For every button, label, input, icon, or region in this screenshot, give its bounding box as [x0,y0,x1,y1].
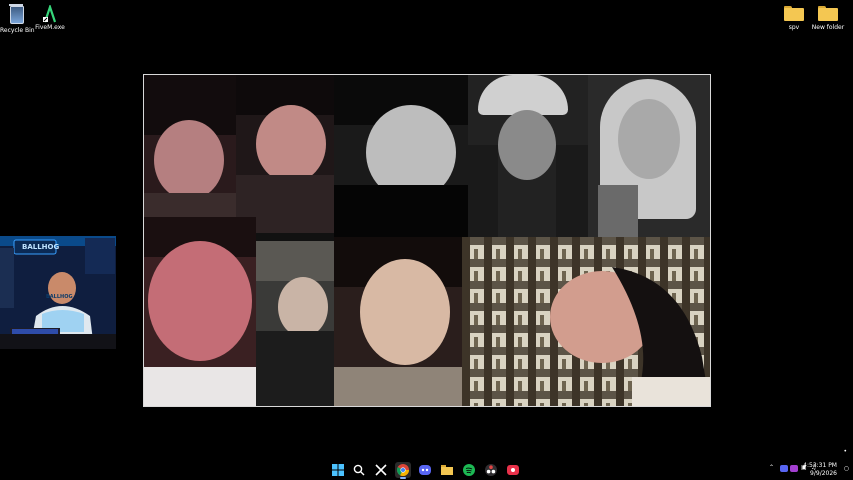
recycle-bin-shortcut[interactable]: Recycle Bin [0,4,35,34]
app-button[interactable] [505,462,521,478]
app-icon [507,465,519,475]
collage-photo [144,75,236,217]
file-explorer-icon [441,465,453,475]
windows-start-button[interactable] [330,462,346,478]
obs-icon [485,464,497,476]
chrome-button[interactable] [395,462,411,479]
new-folder-label: New folder [811,24,845,31]
tray-overflow-chevron-icon[interactable]: ⌃ [769,464,774,471]
stream-thumbnail: BALLHOG BALLHOG [0,236,116,349]
photo-collage[interactable] [143,74,711,407]
clock[interactable]: 4:53:31 PM 9/9/2026 [803,462,837,478]
taskbar: ⌃ ▣ ♫ 4:53:31 PM 9/9/2026 ○ • [0,448,853,480]
search-button[interactable] [351,462,367,478]
collage-photo [468,75,588,237]
folder-icon [784,6,804,21]
clock-date: 9/9/2026 [810,470,837,477]
spotify-button[interactable] [461,462,477,478]
recycle-bin-label: Recycle Bin [0,27,35,34]
capcut-button[interactable] [373,462,389,478]
notification-icon[interactable]: ○ [844,465,849,472]
stream-sign-text: BALLHOG [22,243,60,251]
collage-photo [588,75,710,237]
collage-photo [144,217,256,406]
discord-icon [419,465,431,475]
spotify-icon [463,464,475,476]
recycle-bin-icon [9,4,24,24]
collage-photo [334,75,468,237]
discord-button[interactable] [417,462,433,478]
stream-shirt-text: BALLHOG [46,294,73,300]
windows-start-icon [332,464,344,476]
collage-photo [236,75,334,233]
tray-app-icon[interactable] [780,465,788,472]
collage-photo [256,241,334,406]
folder-icon [818,6,838,21]
fivem-label: FiveM.exe [35,24,65,31]
fivem-shortcut[interactable]: FiveM.exe [30,5,70,31]
tray-app-icon[interactable] [790,465,798,472]
file-explorer-button[interactable] [439,462,455,478]
search-icon [353,464,365,476]
collage-photo [334,237,462,406]
fivem-icon [42,5,58,23]
microphone-icon: • [843,448,847,455]
obs-button[interactable] [483,462,499,478]
collage-photo [462,237,710,406]
clock-time: 4:53:31 PM [803,462,837,469]
stream-scene [0,236,116,349]
new-folder[interactable]: New folder [808,6,848,31]
chrome-icon [397,464,409,476]
capcut-icon [375,464,387,476]
